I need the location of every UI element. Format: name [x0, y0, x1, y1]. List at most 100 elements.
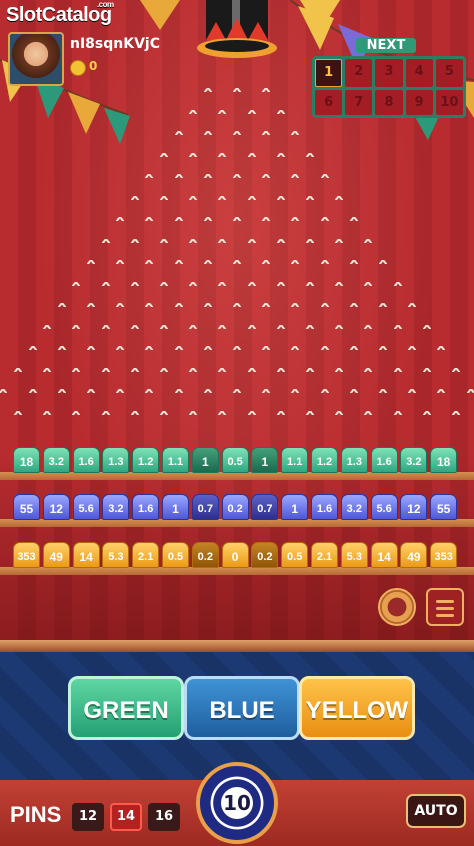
peg	[320, 303, 329, 307]
blue-multiplier-slot: 0.7	[191, 494, 219, 520]
peg	[233, 88, 241, 92]
peg	[72, 324, 81, 329]
peg	[276, 152, 285, 157]
pins-option-16[interactable]: 16	[148, 803, 180, 831]
peg	[174, 346, 183, 350]
peg	[364, 281, 373, 286]
peg	[233, 303, 241, 307]
peg	[160, 367, 168, 372]
green-multiplier-slot: 1	[251, 447, 279, 473]
yellow-multiplier-slot: 49	[42, 542, 70, 568]
peg	[393, 281, 402, 286]
peg	[247, 367, 256, 372]
peg	[14, 367, 22, 372]
green-multiplier-slot: 1.2	[132, 447, 160, 473]
peg	[349, 303, 358, 307]
peg	[130, 195, 139, 200]
peg	[466, 389, 474, 393]
peg	[306, 152, 314, 157]
auto-button[interactable]: AUTO	[406, 794, 466, 828]
next-cell: 10	[435, 89, 463, 115]
peg	[218, 238, 227, 243]
next-cell: 6	[315, 89, 343, 115]
blue-multiplier-slot: 5.6	[72, 494, 100, 520]
peg	[43, 324, 52, 329]
peg	[262, 88, 271, 92]
peg	[276, 324, 285, 329]
peg	[130, 410, 139, 415]
peg	[174, 389, 183, 393]
peg	[422, 367, 431, 372]
peg	[203, 260, 212, 264]
yellow-multiplier-slot: 0.2	[251, 542, 279, 568]
peg	[218, 281, 227, 286]
next-cell: 3	[375, 59, 403, 87]
peg	[218, 367, 227, 372]
slotcatalog-logo: SlotCatalog .com	[6, 0, 114, 27]
yellow-multiplier-slot: 0.2	[191, 542, 219, 568]
peg	[145, 389, 154, 393]
logo-text: SlotCatalog	[6, 4, 112, 26]
peg	[189, 195, 198, 200]
settings-gear-icon[interactable]	[378, 588, 416, 626]
peg	[145, 260, 154, 264]
peg	[437, 389, 446, 393]
menu-icon[interactable]	[426, 588, 464, 626]
peg	[422, 410, 431, 415]
green-multiplier-slot: 1.1	[162, 447, 189, 473]
green-multiplier-slot: 1	[191, 447, 219, 473]
next-cell: 9	[405, 89, 433, 115]
pins-option-14[interactable]: 14	[110, 803, 142, 831]
yellow-button[interactable]: YELLOW	[299, 676, 415, 740]
peg	[452, 367, 460, 372]
green-multiplier-slot: 1.6	[370, 447, 398, 473]
peg	[57, 389, 66, 393]
peg	[174, 260, 183, 264]
peg	[276, 238, 285, 243]
yellow-multiplier-slot: 2.1	[132, 542, 160, 568]
peg	[320, 174, 329, 178]
pins-option-12[interactable]: 12	[72, 803, 104, 831]
peg	[87, 260, 95, 264]
blue-multiplier-slot: 12	[400, 494, 428, 520]
peg	[247, 324, 256, 329]
peg	[291, 260, 300, 264]
green-multiplier-slot: 1.2	[311, 447, 338, 473]
panel-border	[0, 640, 474, 652]
balance-value: 0	[89, 59, 98, 73]
blue-button[interactable]: BLUE	[184, 676, 300, 740]
peg	[72, 410, 81, 415]
peg	[422, 324, 431, 329]
peg	[189, 324, 198, 329]
peg	[335, 281, 344, 286]
green-button[interactable]: GREEN	[68, 676, 184, 740]
peg	[349, 217, 358, 221]
peg	[203, 174, 212, 178]
peg	[145, 174, 154, 178]
peg	[160, 324, 168, 329]
peg	[335, 238, 344, 243]
peg	[262, 389, 271, 393]
yellow-multiplier-slot: 5.3	[102, 542, 130, 568]
peg	[408, 303, 417, 307]
peg	[189, 109, 198, 114]
peg	[276, 281, 285, 286]
peg	[247, 152, 256, 157]
peg	[437, 346, 446, 350]
peg	[262, 346, 271, 350]
peg	[320, 217, 329, 221]
peg	[320, 260, 329, 264]
green-multiplier-slot: 3.2	[400, 447, 428, 473]
peg	[87, 346, 95, 350]
peg	[189, 152, 198, 157]
peg	[174, 217, 183, 221]
next-cell: 8	[375, 89, 403, 115]
next-cell: 2	[345, 59, 373, 87]
peg	[203, 131, 212, 135]
next-cell: 7	[345, 89, 373, 115]
peg	[28, 346, 37, 350]
peg	[408, 389, 417, 393]
peg	[218, 324, 227, 329]
avatar[interactable]	[8, 32, 64, 86]
coin-icon	[70, 60, 86, 76]
